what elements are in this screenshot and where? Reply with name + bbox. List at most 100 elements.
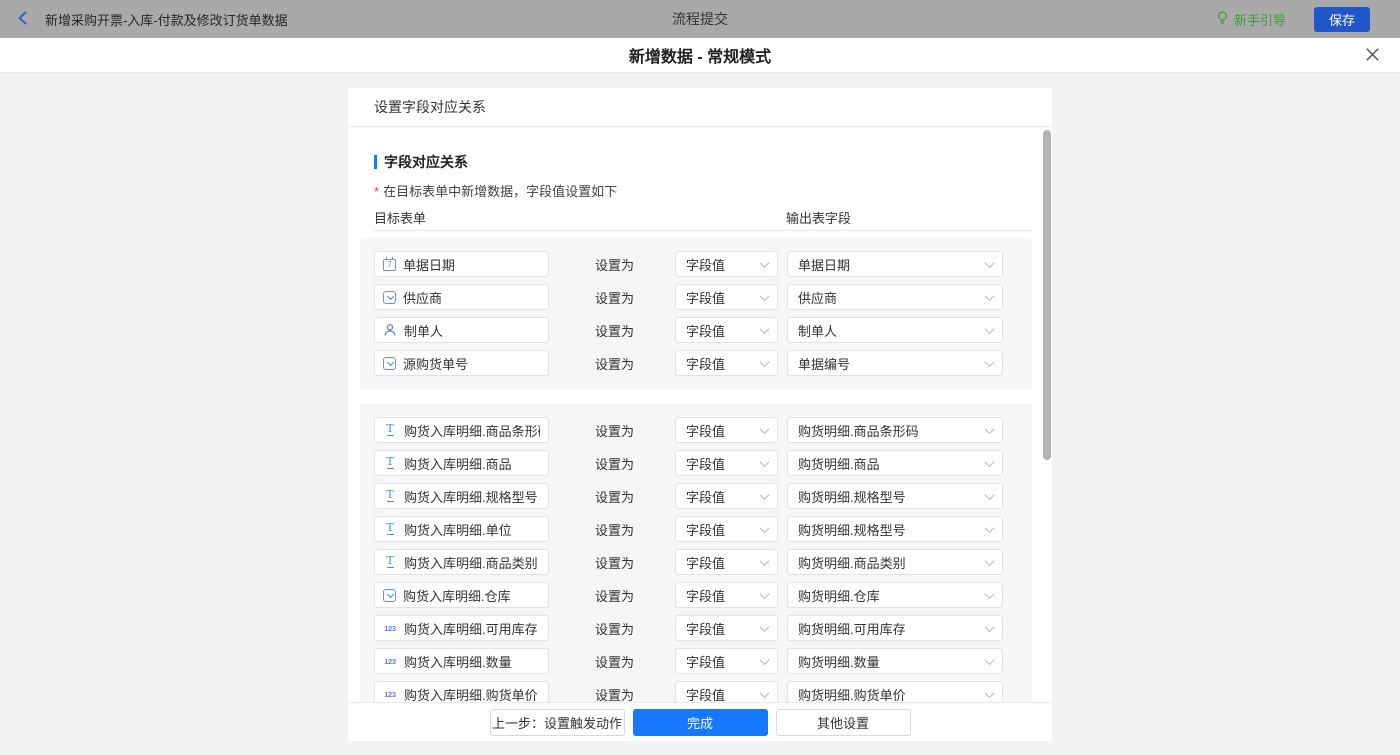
chevron-down-icon — [760, 258, 770, 268]
target-field-box: 123 购货入库明细.可用库存 — [374, 615, 549, 641]
chevron-down-icon — [760, 457, 770, 467]
target-field-label: 购货入库明细.商品类别 — [404, 553, 538, 572]
calendar-icon: 7 — [383, 259, 396, 271]
chevron-down-icon — [760, 523, 770, 533]
output-field-select[interactable]: 购货明细.购货单价 — [787, 681, 1003, 702]
modal-body: 设置字段对应关系 字段对应关系 *在目标表单中新增数据，字段值设置如下 目标表单… — [0, 74, 1400, 755]
set-as-label: 设置为 — [595, 652, 635, 671]
operator-select[interactable]: 字段值 — [675, 549, 778, 575]
operator-select[interactable]: 字段值 — [675, 450, 778, 476]
required-asterisk: * — [374, 184, 379, 199]
column-headers: 目标表单 输出表字段 — [374, 203, 1032, 231]
chevron-down-icon — [985, 622, 995, 632]
chevron-down-icon — [985, 357, 995, 367]
output-field-select[interactable]: 单据日期 — [787, 251, 1003, 277]
mapping-row: T 购货入库明细.规格型号 设置为 字段值 购货明细.规格型号 — [374, 483, 1018, 509]
done-button[interactable]: 完成 — [633, 709, 768, 736]
beginner-guide-link[interactable]: 新手引导 — [1216, 10, 1286, 29]
output-field-select[interactable]: 供应商 — [787, 284, 1003, 310]
set-as-label: 设置为 — [595, 619, 635, 638]
set-as-label: 设置为 — [595, 685, 635, 703]
top-toolbar: 新增采购开票-入库-付款及修改订货单数据 流程提交 新手引导 保存 — [0, 0, 1400, 38]
field-mapping-group: T 购货入库明细.商品条形码 设置为 字段值 购货明细.商品条形码 T 购货入库… — [360, 404, 1032, 702]
operator-select[interactable]: 字段值 — [675, 648, 778, 674]
operator-select[interactable]: 字段值 — [675, 483, 778, 509]
output-field-select-value: 供应商 — [798, 288, 986, 307]
target-field-label: 购货入库明细.仓库 — [403, 586, 511, 605]
operator-select[interactable]: 字段值 — [675, 251, 778, 277]
text-icon: T — [383, 457, 397, 469]
operator-select[interactable]: 字段值 — [675, 284, 778, 310]
user-icon — [383, 323, 397, 337]
operator-select-value: 字段值 — [686, 553, 761, 572]
operator-select[interactable]: 字段值 — [675, 317, 778, 343]
select-icon — [383, 589, 396, 602]
text-icon: T — [383, 424, 397, 436]
target-field-box: 制单人 — [374, 317, 549, 343]
chevron-down-icon — [985, 490, 995, 500]
target-field-label: 购货入库明细.可用库存 — [404, 619, 538, 638]
chevron-down-icon — [985, 324, 995, 334]
operator-select[interactable]: 字段值 — [675, 417, 778, 443]
output-field-select-value: 购货明细.仓库 — [798, 586, 986, 605]
column-header-target-form: 目标表单 — [374, 208, 426, 227]
target-field-label: 购货入库明细.单位 — [404, 520, 512, 539]
output-field-select[interactable]: 购货明细.商品 — [787, 450, 1003, 476]
operator-select[interactable]: 字段值 — [675, 350, 778, 376]
operator-select[interactable]: 字段值 — [675, 582, 778, 608]
chevron-down-icon — [760, 324, 770, 334]
chevron-left-icon — [16, 10, 30, 29]
target-field-box: T 购货入库明细.商品 — [374, 450, 549, 476]
operator-select[interactable]: 字段值 — [675, 516, 778, 542]
output-field-select[interactable]: 购货明细.商品条形码 — [787, 417, 1003, 443]
mapping-row: 123 购货入库明细.可用库存 设置为 字段值 购货明细.可用库存 — [374, 615, 1018, 641]
chevron-down-icon — [760, 589, 770, 599]
output-field-select[interactable]: 购货明细.规格型号 — [787, 516, 1003, 542]
set-as-label: 设置为 — [595, 321, 635, 340]
operator-select-value: 字段值 — [686, 652, 761, 671]
field-mapping-group: 7 单据日期 设置为 字段值 单据日期 供应商 设置为 字段值 供应商 — [360, 238, 1032, 389]
card-header: 设置字段对应关系 — [348, 88, 1052, 127]
mapping-row: T 购货入库明细.商品 设置为 字段值 购货明细.商品 — [374, 450, 1018, 476]
section-title: 字段对应关系 — [374, 152, 1032, 172]
output-field-select-value: 购货明细.可用库存 — [798, 619, 986, 638]
output-field-select[interactable]: 购货明细.规格型号 — [787, 483, 1003, 509]
output-field-select[interactable]: 购货明细.商品类别 — [787, 549, 1003, 575]
chevron-down-icon — [985, 258, 995, 268]
save-button[interactable]: 保存 — [1314, 7, 1370, 32]
target-field-label: 购货入库明细.商品条形码 — [404, 421, 540, 440]
select-icon — [383, 291, 396, 304]
mapping-row: 7 单据日期 设置为 字段值 单据日期 — [374, 251, 1018, 277]
target-field-label: 制单人 — [404, 321, 443, 340]
mapping-row: 源购货单号 设置为 字段值 单据编号 — [374, 350, 1018, 376]
output-field-select[interactable]: 购货明细.可用库存 — [787, 615, 1003, 641]
mapping-groups: 7 单据日期 设置为 字段值 单据日期 供应商 设置为 字段值 供应商 — [374, 238, 1032, 702]
chevron-down-icon — [985, 291, 995, 301]
operator-select[interactable]: 字段值 — [675, 681, 778, 702]
set-as-label: 设置为 — [595, 454, 635, 473]
target-field-label: 购货入库明细.商品 — [404, 454, 512, 473]
close-icon — [1365, 47, 1380, 65]
previous-step-button[interactable]: 上一步：设置触发动作 — [490, 709, 625, 736]
output-field-select[interactable]: 制单人 — [787, 317, 1003, 343]
back-button[interactable] — [16, 10, 30, 29]
target-field-box: T 购货入库明细.商品条形码 — [374, 417, 549, 443]
target-field-box: 123 购货入库明细.购货单价 — [374, 681, 549, 702]
scrollbar-thumb[interactable] — [1043, 130, 1051, 460]
operator-select[interactable]: 字段值 — [675, 615, 778, 641]
output-field-select[interactable]: 单据编号 — [787, 350, 1003, 376]
chevron-down-icon — [985, 688, 995, 698]
chevron-down-icon — [985, 523, 995, 533]
close-button[interactable] — [1364, 48, 1380, 64]
other-settings-button[interactable]: 其他设置 — [776, 709, 911, 736]
target-field-box: 供应商 — [374, 284, 549, 310]
output-field-select-value: 单据编号 — [798, 354, 986, 373]
target-field-label: 单据日期 — [403, 255, 455, 274]
target-field-box: T 购货入库明细.商品类别 — [374, 549, 549, 575]
output-field-select-value: 购货明细.购货单价 — [798, 685, 986, 703]
output-field-select[interactable]: 购货明细.仓库 — [787, 582, 1003, 608]
mapping-row: 供应商 设置为 字段值 供应商 — [374, 284, 1018, 310]
target-field-box: 购货入库明细.仓库 — [374, 582, 549, 608]
output-field-select[interactable]: 购货明细.数量 — [787, 648, 1003, 674]
output-field-select-value: 单据日期 — [798, 255, 986, 274]
